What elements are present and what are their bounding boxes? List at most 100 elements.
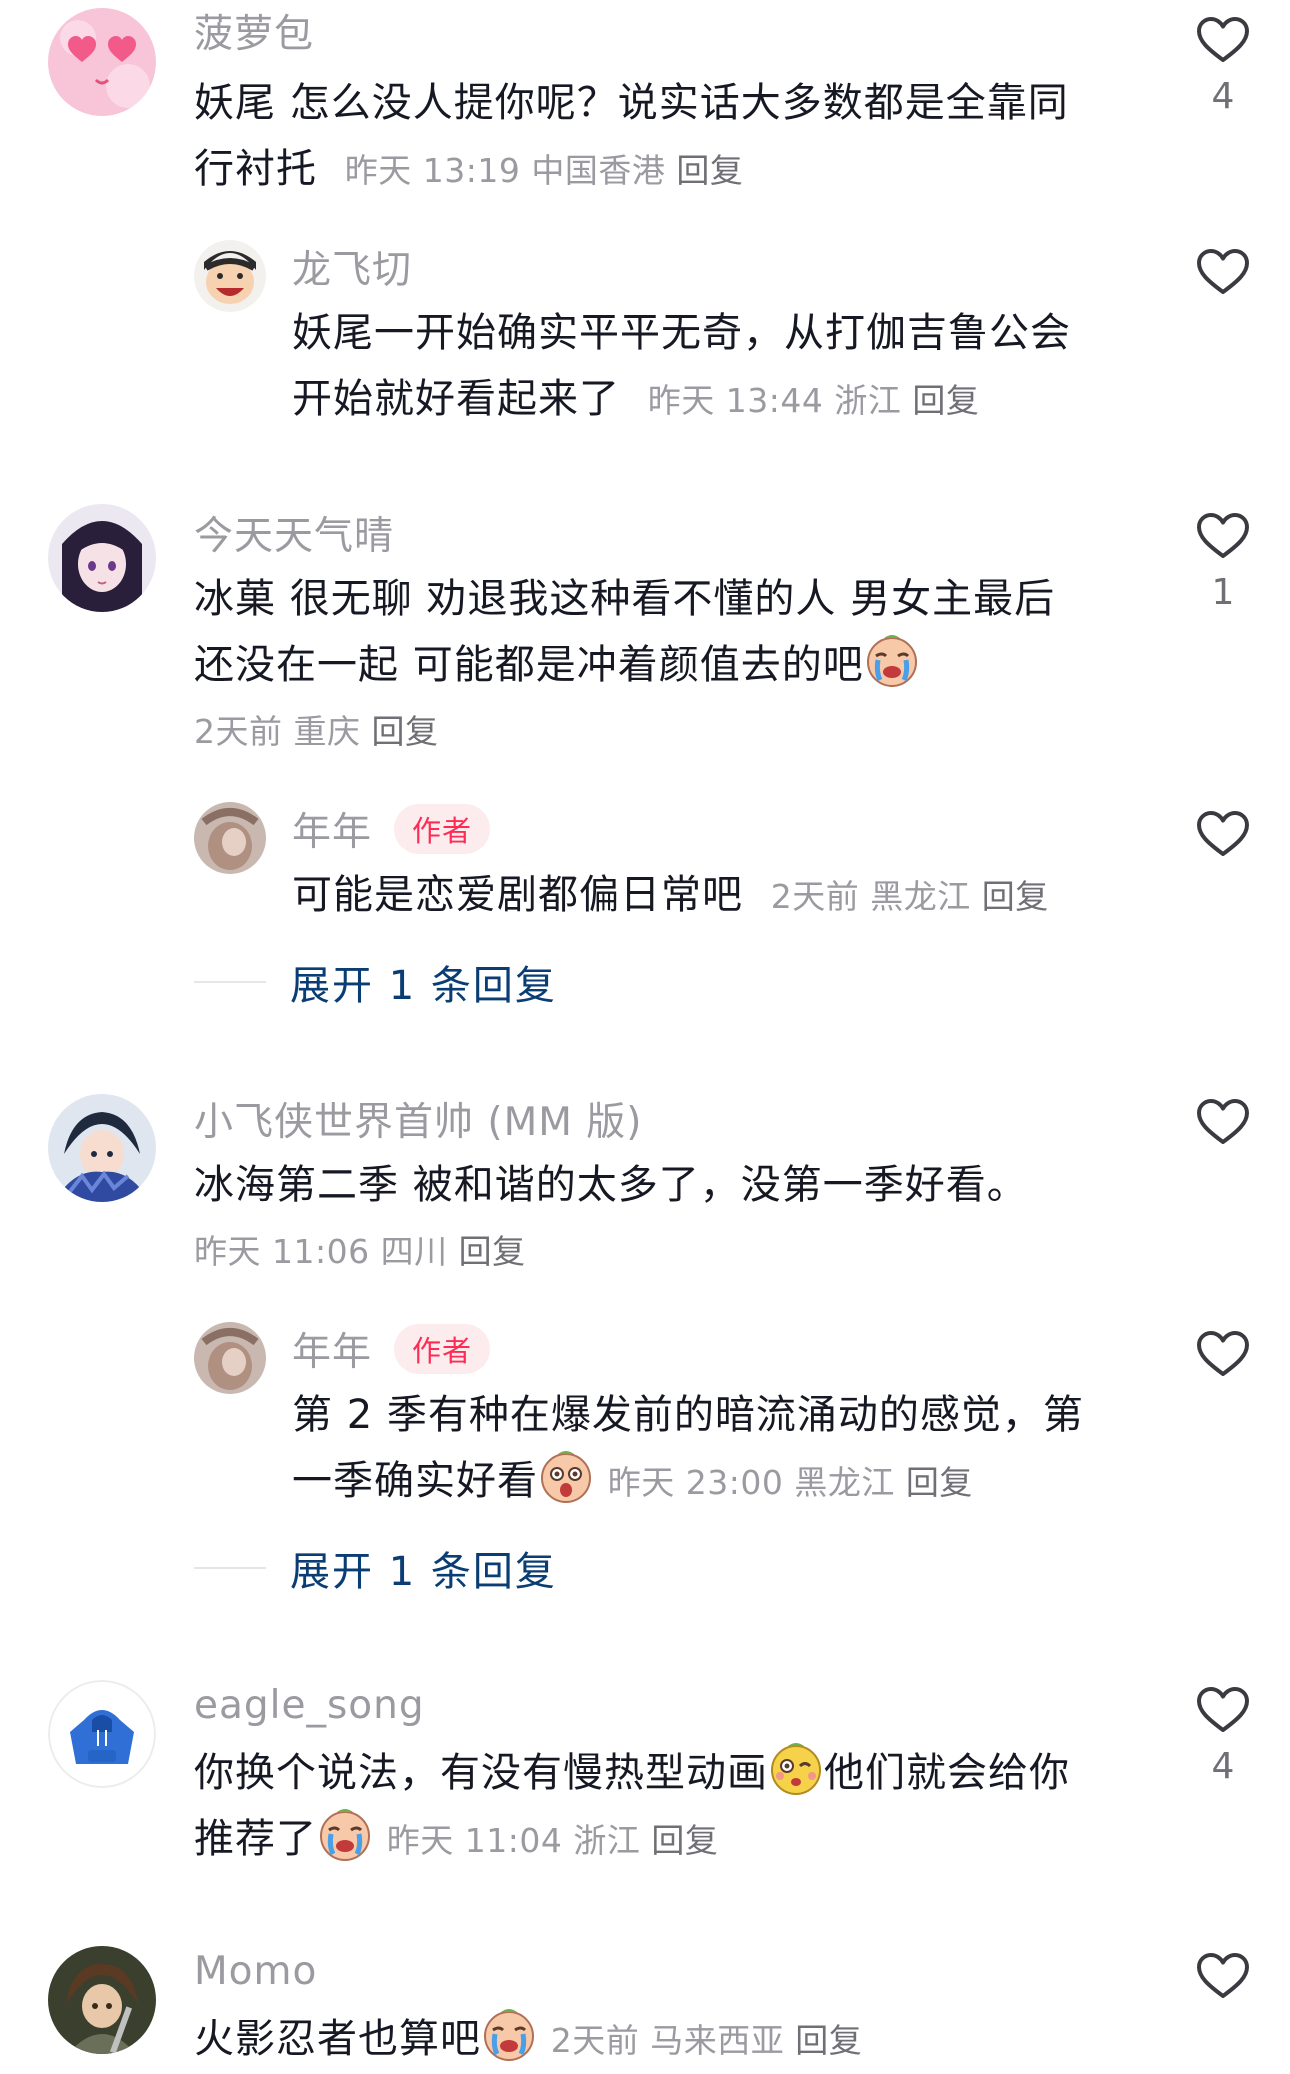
commenter-name[interactable]: 菠萝包 <box>194 3 314 59</box>
comment-text-fragment: 一季确实好看 <box>292 1458 538 1504</box>
comment-text-fragment: 他们就会给你 <box>824 1750 1070 1796</box>
comment-text-line: 一季确实好看 昨天 23:00 黑龙江 回复 <box>292 1448 1084 1516</box>
expand-replies-button[interactable]: 展开 1 条回复 <box>194 952 557 1012</box>
comment-meta: 2天前 马来西亚 回复 <box>551 2021 863 2060</box>
comment-text-line: 你换个说法，有没有慢热型动画 他们就会给你 <box>194 1740 1070 1806</box>
heart-icon <box>1196 810 1250 858</box>
like-button[interactable] <box>1196 1952 1250 2000</box>
comment-text-line: 冰海第二季 被和谐的太多了，没第一季好看。 <box>194 1162 1028 1208</box>
like-button[interactable]: 4 <box>1196 16 1250 117</box>
comment-time: 2天前 <box>770 877 860 916</box>
expand-replies-button[interactable]: 展开 1 条回复 <box>194 1538 557 1598</box>
reply-button[interactable]: 回复 <box>372 712 439 751</box>
commenter-name[interactable]: Momo <box>194 1949 317 1994</box>
comment-meta: 昨天 23:00 黑龙江 回复 <box>608 1463 973 1502</box>
pink-heart-avatar-icon[interactable] <box>48 8 156 116</box>
comment-time: 昨天 11:04 <box>386 1821 563 1860</box>
comment-time: 昨天 13:44 <box>647 381 824 420</box>
divider <box>194 981 266 983</box>
comment-location: 重庆 <box>293 712 361 751</box>
like-button[interactable]: 1 <box>1196 512 1250 613</box>
anime-girl-avatar-icon[interactable] <box>48 504 156 612</box>
comment-text-fragment: 行衬托 <box>194 146 317 192</box>
comment-location: 四川 <box>380 1232 448 1271</box>
comment-time: 昨天 13:19 <box>344 151 521 190</box>
wink-face-emoji <box>768 1740 824 1796</box>
comment-text-fragment: 还没在一起 可能都是冲着颜值去的吧 <box>194 642 864 688</box>
heart-icon <box>1196 16 1250 64</box>
reply-button[interactable]: 回复 <box>459 1232 526 1271</box>
comment-text-line: 妖尾 怎么没人提你呢？说实话大多数都是全靠同 <box>194 80 1069 126</box>
comment-meta: 2天前 重庆 回复 <box>194 698 1055 766</box>
comment-text: 你换个说法，有没有慢热型动画 他们就会给你 推荐了 昨天 11:04 浙江 回复 <box>194 1740 1070 1874</box>
comment-text-fragment: 火影忍者也算吧 <box>194 2016 481 2062</box>
anime-warrior-avatar-icon[interactable] <box>48 1946 156 2054</box>
comment-text-line: 开始就好看起来了 昨天 13:44 浙江 回复 <box>292 366 1071 434</box>
heart-icon <box>1196 1686 1250 1734</box>
comment-text: 妖尾一开始确实平平无奇，从打伽吉鲁公会 开始就好看起来了 昨天 13:44 浙江… <box>292 300 1071 434</box>
commenter-name[interactable]: 年年 <box>292 1321 372 1377</box>
heart-icon <box>1196 1952 1250 2000</box>
like-button[interactable] <box>1196 248 1250 296</box>
comment-location: 马来西亚 <box>650 2021 785 2060</box>
comment-text-line: 推荐了 昨天 11:04 浙江 回复 <box>194 1806 1070 1874</box>
comment-meta: 2天前 黑龙江 回复 <box>757 877 1049 916</box>
comment-text-line: 还没在一起 可能都是冲着颜值去的吧 <box>194 632 1055 698</box>
like-button[interactable] <box>1196 1330 1250 1378</box>
heart-icon <box>1196 248 1250 296</box>
like-count: 4 <box>1211 1746 1235 1787</box>
comment-text: 冰菓 很无聊 劝退我这种看不懂的人 男女主最后 还没在一起 可能都是冲着颜值去的… <box>194 566 1055 766</box>
like-button[interactable] <box>1196 810 1250 858</box>
like-button[interactable]: 4 <box>1196 1686 1250 1787</box>
shocked-face-emoji <box>538 1448 594 1504</box>
reply-button[interactable]: 回复 <box>651 1821 718 1860</box>
comment-text-fragment: 你换个说法，有没有慢热型动画 <box>194 1750 768 1796</box>
comment-text: 第 2 季有种在爆发前的暗流涌动的感觉，第 一季确实好看 昨天 23:00 黑龙… <box>292 1382 1084 1516</box>
commenter-name[interactable]: 今天天气晴 <box>194 505 394 561</box>
comment-text: 妖尾 怎么没人提你呢？说实话大多数都是全靠同 行衬托 昨天 13:19 中国香港… <box>194 70 1069 204</box>
anime-boy-avatar-icon[interactable] <box>48 1094 156 1202</box>
commenter-name[interactable]: 小飞侠世界首帅 (MM 版) <box>194 1091 643 1147</box>
comment-location: 中国香港 <box>531 151 666 190</box>
reply-button[interactable]: 回复 <box>982 877 1049 916</box>
comment-time: 昨天 23:00 <box>607 1463 784 1502</box>
laughing-cartoon-avatar-icon[interactable] <box>194 240 266 312</box>
heart-icon <box>1196 1098 1250 1146</box>
comment-text-fragment: 推荐了 <box>194 1816 317 1862</box>
expand-replies-label: 展开 1 条回复 <box>290 1549 557 1595</box>
comment-text-line: 第 2 季有种在爆发前的暗流涌动的感觉，第 <box>292 1392 1084 1438</box>
commenter-name[interactable]: eagle_song <box>194 1683 425 1728</box>
author-badge: 作者 <box>394 804 491 854</box>
comment-text: 可能是恋爱剧都偏日常吧 2天前 黑龙江 回复 <box>292 862 1049 930</box>
comment-text-line: 行衬托 昨天 13:19 中国香港 回复 <box>194 136 1069 204</box>
comment-text: 冰海第二季 被和谐的太多了，没第一季好看。 昨天 11:06 四川 回复 <box>194 1152 1028 1286</box>
comment-meta: 昨天 13:44 浙江 回复 <box>634 381 980 420</box>
reply-button[interactable]: 回复 <box>906 1463 973 1502</box>
reply-button[interactable]: 回复 <box>676 151 743 190</box>
like-button[interactable] <box>1196 1098 1250 1146</box>
comment-text-fragment: 可能是恋爱剧都偏日常吧 <box>292 872 743 918</box>
comment-time: 2天前 <box>194 712 283 751</box>
heart-icon <box>1196 512 1250 560</box>
crying-face-emoji <box>481 2006 537 2062</box>
comment-meta: 昨天 11:06 四川 回复 <box>194 1218 1028 1286</box>
crying-face-emoji <box>864 632 920 688</box>
photo-avatar-icon[interactable] <box>194 1322 266 1394</box>
comment-text-fragment: 开始就好看起来了 <box>292 376 620 422</box>
commenter-name[interactable]: 年年 <box>292 801 372 857</box>
like-count: 4 <box>1211 76 1235 117</box>
heart-icon <box>1196 1330 1250 1378</box>
comment-text-line: 冰菓 很无聊 劝退我这种看不懂的人 男女主最后 <box>194 576 1056 622</box>
commenter-name[interactable]: 龙飞切 <box>292 239 412 295</box>
reply-button[interactable]: 回复 <box>912 381 979 420</box>
divider <box>194 1567 266 1569</box>
reply-button[interactable]: 回复 <box>795 2021 862 2060</box>
comment-time: 2天前 <box>550 2021 640 2060</box>
comment-text: 火影忍者也算吧 2天前 马来西亚 回复 <box>194 2006 862 2074</box>
expand-replies-label: 展开 1 条回复 <box>290 963 557 1009</box>
comment-location: 黑龙江 <box>794 1463 895 1502</box>
author-badge: 作者 <box>394 1324 491 1374</box>
blue-hoodie-avatar-icon[interactable] <box>48 1680 156 1788</box>
crying-face-emoji <box>317 1806 373 1862</box>
photo-avatar-icon[interactable] <box>194 802 266 874</box>
